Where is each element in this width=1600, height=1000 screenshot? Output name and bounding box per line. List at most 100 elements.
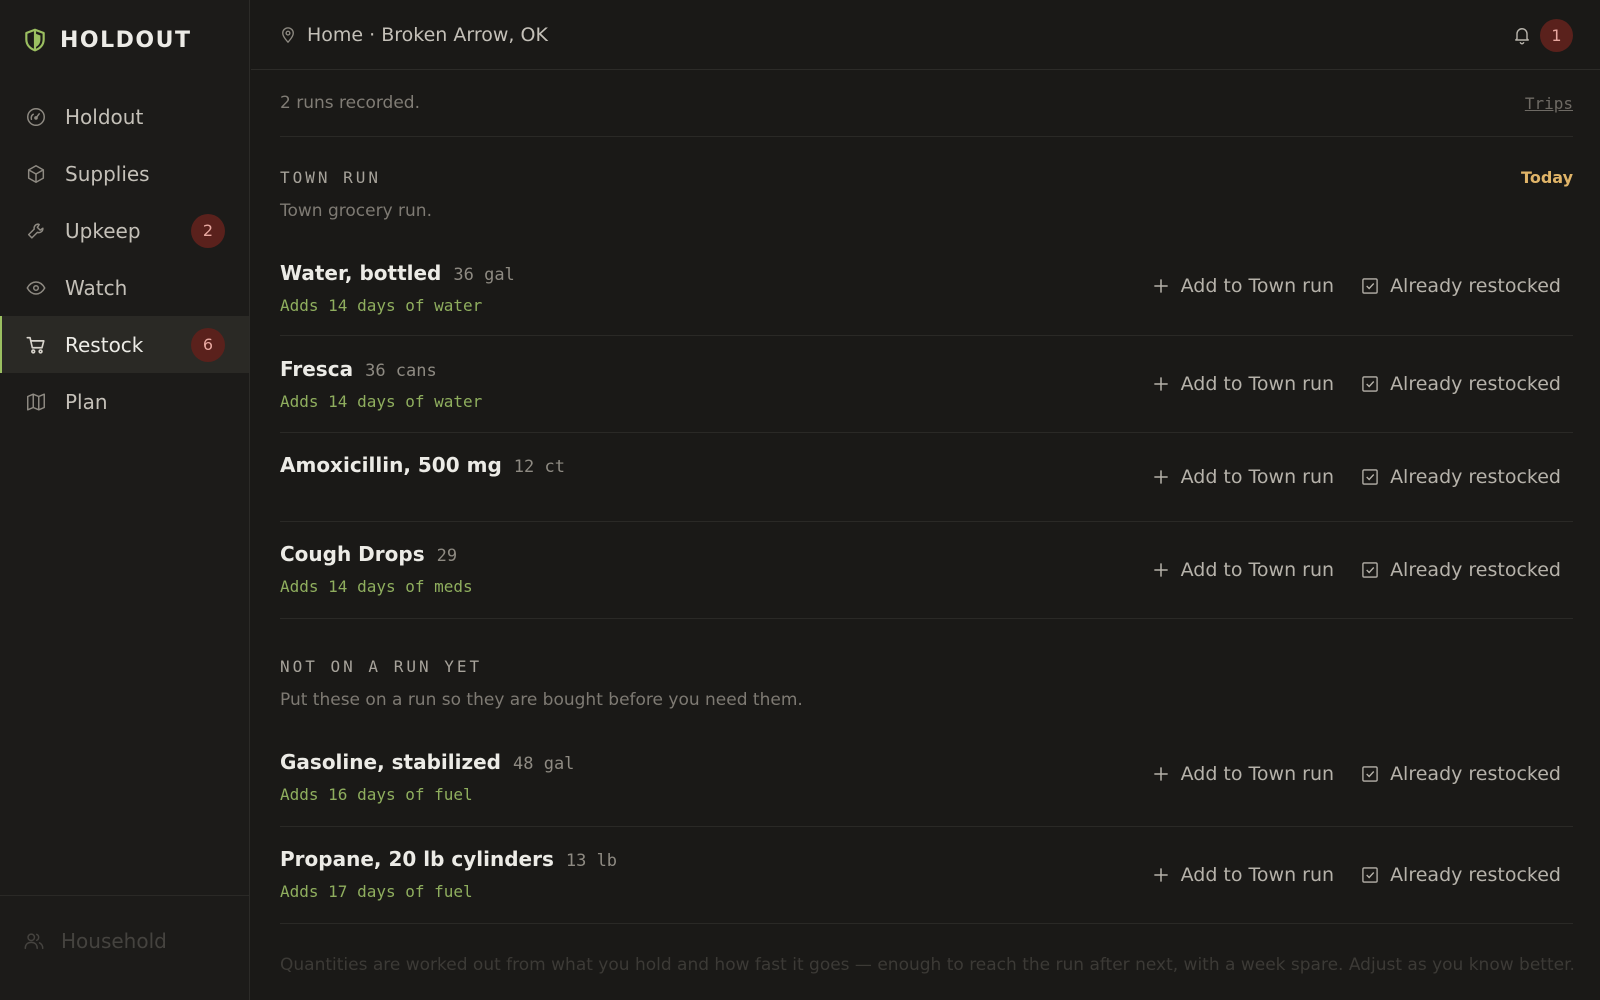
- already-restocked-label: Already restocked: [1390, 864, 1561, 886]
- restock-main: 2 runs recorded. Trips TOWN RUN Town gro…: [280, 70, 1573, 924]
- item-note: Adds 14 days of water: [280, 296, 483, 315]
- plus-icon: [1151, 865, 1171, 885]
- summary-row: 2 runs recorded. Trips: [280, 70, 1573, 137]
- add-to-run-button[interactable]: Add to Town run: [1151, 559, 1334, 581]
- bell-icon[interactable]: [1512, 25, 1532, 45]
- checkbox-icon: [1360, 374, 1380, 394]
- already-restocked-label: Already restocked: [1390, 763, 1561, 785]
- sidebar-item-household[interactable]: Household: [0, 896, 249, 986]
- plus-icon: [1151, 560, 1171, 580]
- sidebar-item-label: Holdout: [65, 104, 144, 129]
- checkbox-icon: [1360, 467, 1380, 487]
- already-restocked-button[interactable]: Already restocked: [1360, 763, 1561, 785]
- trips-link[interactable]: Trips: [1525, 94, 1573, 113]
- gauge-icon: [25, 106, 47, 128]
- already-restocked-label: Already restocked: [1390, 466, 1561, 488]
- already-restocked-button[interactable]: Already restocked: [1360, 466, 1561, 488]
- checkbox-icon: [1360, 276, 1380, 296]
- upkeep-badge: 2: [191, 213, 225, 248]
- sidebar-item-watch[interactable]: Watch: [0, 259, 249, 316]
- sidebar-item-label: Upkeep: [65, 218, 141, 243]
- sidebar-item-label: Restock: [65, 332, 144, 357]
- sidebar-item-plan[interactable]: Plan: [0, 373, 249, 430]
- runs-summary: 2 runs recorded.: [280, 93, 420, 113]
- map-icon: [25, 391, 47, 413]
- plus-icon: [1151, 374, 1171, 394]
- add-to-run-button[interactable]: Add to Town run: [1151, 466, 1334, 488]
- item-quantity: 13 lb: [565, 851, 618, 871]
- section-header: NOT ON A RUN YET Put these on a run so t…: [280, 619, 1573, 722]
- already-restocked-label: Already restocked: [1390, 559, 1561, 581]
- item-quantity: 12 ct: [513, 457, 565, 477]
- checkbox-icon: [1360, 560, 1380, 580]
- sidebar: HOLDOUT Holdout Supplies Upkeep 2 Watch …: [0, 0, 250, 1000]
- add-to-run-label: Add to Town run: [1180, 559, 1335, 581]
- list-item: Amoxicillin, 500 mg 12 ct Add to Town ru…: [280, 433, 1573, 522]
- item-quantity: 36 cans: [365, 361, 437, 381]
- sidebar-item-label: Supplies: [65, 161, 150, 186]
- item-note: Adds 16 days of fuel: [280, 785, 473, 804]
- sidebar-item-restock[interactable]: Restock 6: [0, 316, 249, 373]
- footnote: Quantities are worked out from what you …: [280, 955, 1575, 975]
- location-selector[interactable]: Home · Broken Arrow, OK: [307, 24, 548, 46]
- item-name: Cough Drops: [280, 542, 425, 566]
- sidebar-footer: Household: [0, 895, 249, 986]
- section-header: TOWN RUN Town grocery run. Today: [280, 137, 1573, 237]
- sidebar-item-holdout[interactable]: Holdout: [0, 88, 249, 145]
- plus-icon: [1151, 276, 1171, 296]
- sidebar-item-label: Household: [61, 929, 167, 953]
- add-to-run-label: Add to Town run: [1180, 466, 1335, 488]
- box-icon: [25, 163, 47, 185]
- checkbox-icon: [1360, 865, 1380, 885]
- cart-icon: [25, 334, 47, 356]
- item-name: Propane, 20 lb cylinders: [280, 847, 554, 871]
- notification-badge[interactable]: 1: [1540, 19, 1573, 52]
- app-name: HOLDOUT: [60, 27, 192, 53]
- item-name: Amoxicillin, 500 mg: [280, 453, 502, 477]
- eye-icon: [25, 277, 47, 299]
- brand[interactable]: HOLDOUT: [0, 0, 249, 80]
- section-description: Town grocery run.: [280, 201, 432, 221]
- sidebar-item-label: Plan: [65, 389, 108, 414]
- add-to-run-button[interactable]: Add to Town run: [1151, 763, 1334, 785]
- item-quantity: 36 gal: [453, 265, 515, 285]
- add-to-run-button[interactable]: Add to Town run: [1151, 275, 1334, 297]
- item-name: Gasoline, stabilized: [280, 750, 501, 774]
- add-to-run-button[interactable]: Add to Town run: [1151, 373, 1334, 395]
- add-to-run-label: Add to Town run: [1180, 275, 1335, 297]
- sidebar-item-upkeep[interactable]: Upkeep 2: [0, 202, 249, 259]
- section-town-run: TOWN RUN Town grocery run. Today Water, …: [280, 137, 1573, 619]
- add-to-run-button[interactable]: Add to Town run: [1151, 864, 1334, 886]
- list-item: Cough Drops 29 Adds 14 days of meds Add …: [280, 522, 1573, 619]
- list-item: Water, bottled 36 gal Adds 14 days of wa…: [280, 237, 1573, 336]
- item-name: Fresca: [280, 357, 354, 381]
- list-item: Propane, 20 lb cylinders 13 lb Adds 17 d…: [280, 827, 1573, 924]
- section-description: Put these on a run so they are bought be…: [280, 690, 803, 710]
- restock-badge: 6: [191, 327, 225, 362]
- section-not-on-run: NOT ON A RUN YET Put these on a run so t…: [280, 619, 1573, 924]
- checkbox-icon: [1360, 764, 1380, 784]
- sidebar-item-label: Watch: [65, 275, 128, 300]
- run-date: Today: [1521, 168, 1573, 187]
- shield-icon: [22, 27, 48, 53]
- item-name: Water, bottled: [280, 261, 442, 285]
- already-restocked-label: Already restocked: [1390, 275, 1561, 297]
- list-item: Fresca 36 cans Adds 14 days of water Add…: [280, 336, 1573, 433]
- sidebar-item-supplies[interactable]: Supplies: [0, 145, 249, 202]
- add-to-run-label: Add to Town run: [1180, 373, 1335, 395]
- location-pin-icon: [279, 26, 297, 44]
- add-to-run-label: Add to Town run: [1180, 864, 1335, 886]
- already-restocked-button[interactable]: Already restocked: [1360, 559, 1561, 581]
- already-restocked-button[interactable]: Already restocked: [1360, 864, 1561, 886]
- item-quantity: 48 gal: [513, 754, 575, 774]
- top-bar: Home · Broken Arrow, OK 1: [251, 0, 1600, 70]
- plus-icon: [1151, 467, 1171, 487]
- section-title: TOWN RUN: [280, 168, 382, 187]
- section-title: NOT ON A RUN YET: [280, 657, 483, 676]
- already-restocked-label: Already restocked: [1390, 373, 1561, 395]
- item-quantity: 29: [436, 546, 458, 566]
- plus-icon: [1151, 764, 1171, 784]
- already-restocked-button[interactable]: Already restocked: [1360, 275, 1561, 297]
- already-restocked-button[interactable]: Already restocked: [1360, 373, 1561, 395]
- list-item: Gasoline, stabilized 48 gal Adds 16 days…: [280, 722, 1573, 827]
